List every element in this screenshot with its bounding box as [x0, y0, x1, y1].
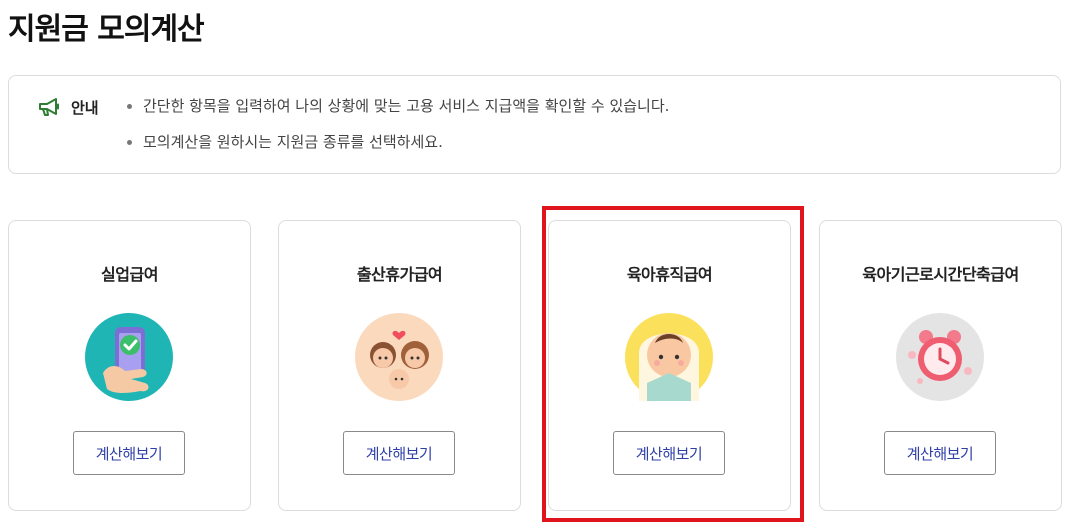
card-unemployment: 실업급여 계산해보기	[8, 220, 251, 511]
notice-label: 안내	[71, 98, 99, 117]
page-title: 지원금 모의계산	[8, 12, 205, 47]
calculate-button-reduced-hours[interactable]: 계산해보기	[884, 431, 996, 475]
card-maternity: 출산휴가급여 계산해보기	[278, 220, 521, 511]
calculate-button-maternity[interactable]: 계산해보기	[343, 431, 455, 475]
notice-header: 안내	[37, 96, 99, 118]
megaphone-icon	[37, 96, 61, 118]
phone-check-icon	[85, 313, 173, 401]
card-title: 출산휴가급여	[356, 265, 443, 284]
notice-item: 모의계산을 원하시는 지원금 종류를 선택하세요.	[127, 131, 669, 167]
calculate-button-unemployment[interactable]: 계산해보기	[73, 431, 185, 475]
card-title: 육아휴직급여	[626, 265, 713, 284]
baby-icon	[625, 313, 713, 401]
notice-box: 안내 간단한 항목을 입력하여 나의 상황에 맞는 고용 서비스 지급액을 확인…	[8, 75, 1061, 174]
card-title: 육아기근로시간단축급여	[862, 265, 1019, 284]
card-parental-leave: 육아휴직급여 계산해보기	[548, 220, 791, 511]
card-reduced-hours: 육아기근로시간단축급여 계산해보기	[819, 220, 1062, 511]
family-icon	[355, 313, 443, 401]
notice-item: 간단한 항목을 입력하여 나의 상황에 맞는 고용 서비스 지급액을 확인할 수…	[127, 95, 669, 131]
notice-list: 간단한 항목을 입력하여 나의 상황에 맞는 고용 서비스 지급액을 확인할 수…	[127, 95, 669, 167]
calculate-button-parental-leave[interactable]: 계산해보기	[613, 431, 725, 475]
card-title: 실업급여	[101, 265, 158, 284]
alarm-clock-icon	[896, 313, 984, 401]
